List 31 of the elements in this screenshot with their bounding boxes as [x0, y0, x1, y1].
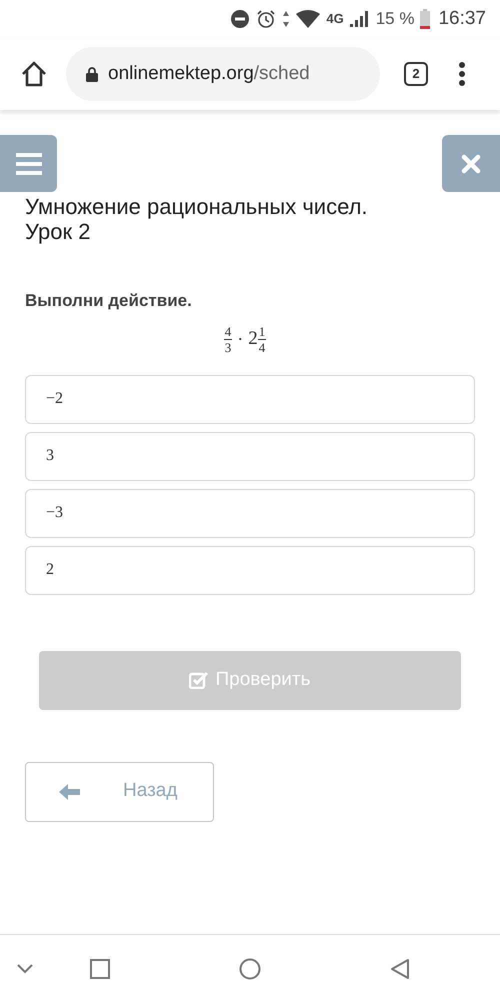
more-options-icon[interactable] — [458, 61, 466, 87]
answer-option[interactable]: −2 — [25, 374, 475, 424]
clock: 16:37 — [438, 6, 486, 31]
question-prompt: Выполни действие. — [25, 290, 193, 312]
close-button[interactable] — [442, 135, 500, 192]
menu-button[interactable] — [0, 135, 57, 192]
home-icon[interactable] — [20, 60, 48, 88]
checkbox-icon — [189, 671, 210, 689]
close-icon — [461, 154, 481, 174]
recent-apps-icon[interactable] — [90, 959, 110, 979]
do-not-disturb-icon — [230, 9, 250, 29]
menu-icon — [16, 152, 42, 174]
tab-count-button[interactable]: 2 — [404, 62, 428, 86]
chevron-down-icon[interactable] — [16, 963, 34, 975]
answer-option[interactable]: −3 — [25, 488, 475, 538]
battery-percent: 15 % — [376, 8, 414, 30]
data-arrows-icon — [282, 10, 290, 28]
signal-icon — [350, 11, 370, 27]
lock-icon — [86, 66, 98, 82]
lesson-title: Умножение рациональных чисел. Урок 2 — [25, 194, 369, 244]
battery-icon — [420, 9, 430, 29]
network-type: 4G — [326, 10, 344, 28]
answer-option[interactable]: 2 — [25, 546, 475, 594]
wifi-icon — [296, 10, 320, 28]
back-triangle-icon[interactable] — [390, 958, 410, 980]
url-text: onlinemektep.org/sched — [108, 62, 310, 86]
home-circle-icon[interactable] — [239, 958, 261, 980]
alarm-icon — [256, 9, 276, 29]
address-bar[interactable]: onlinemektep.org/sched — [66, 47, 380, 101]
arrow-left-icon — [59, 782, 81, 800]
answer-option[interactable]: 3 — [25, 432, 475, 480]
